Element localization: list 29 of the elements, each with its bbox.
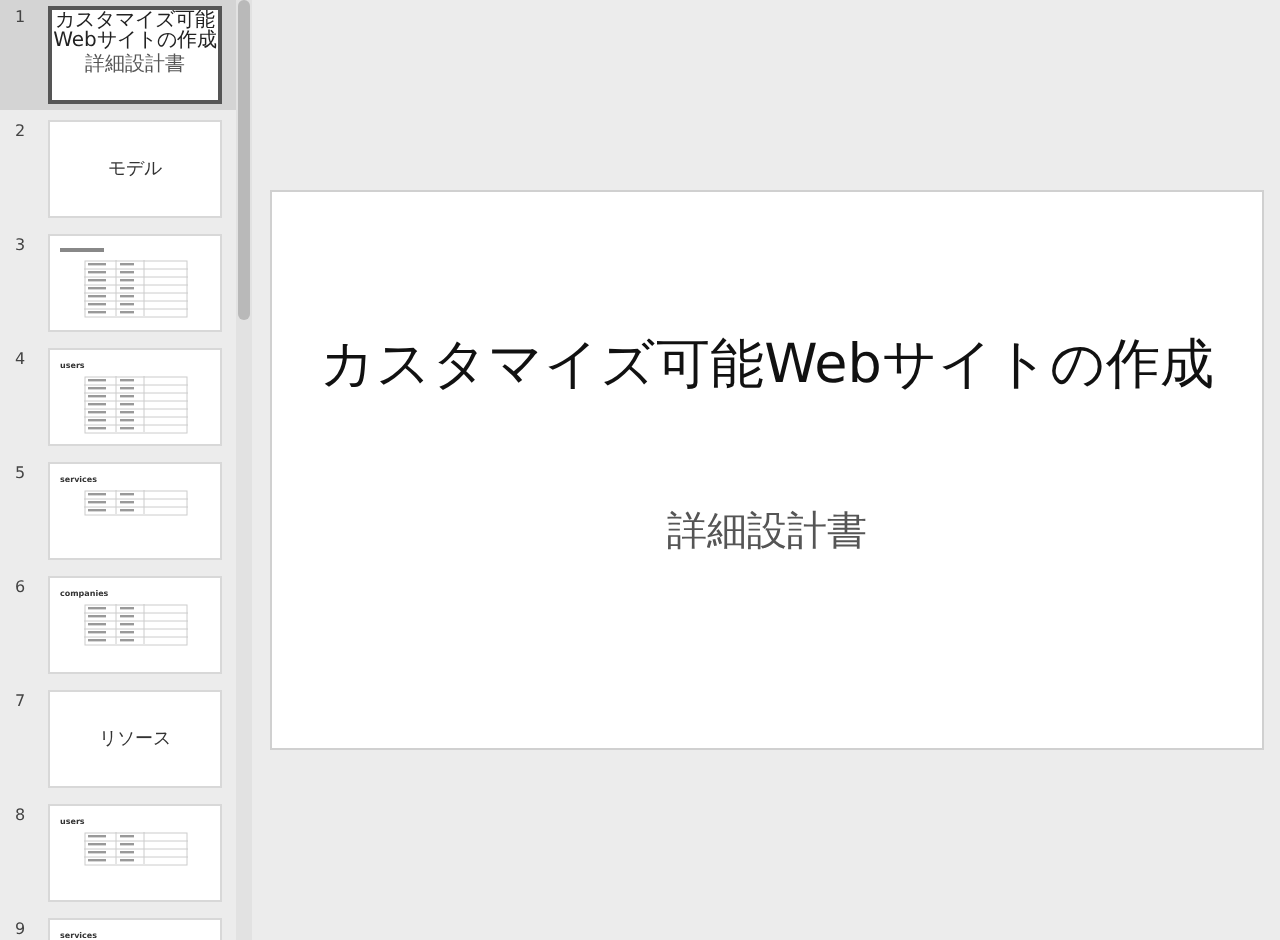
slide-thumbnail-row[interactable]: 2 モデル — [0, 114, 236, 224]
table-drawing — [83, 260, 187, 318]
table-drawing — [83, 604, 187, 646]
slide-thumbnail-row[interactable]: 1 カスタマイズ可能Webサイトの作成 詳細設計書 — [0, 0, 236, 110]
slide-number: 5 — [12, 462, 28, 486]
slide-number: 6 — [12, 576, 28, 600]
slide-number: 7 — [12, 690, 28, 714]
table-drawing — [83, 832, 187, 866]
table-drawing — [83, 490, 187, 516]
slide-thumbnail[interactable]: リソース — [48, 690, 222, 788]
thumbnail-title: モデル — [108, 158, 162, 182]
thumbnail-title: カスタマイズ可能Webサイトの作成 — [52, 12, 218, 52]
slide-thumbnail[interactable]: カスタマイズ可能Webサイトの作成 詳細設計書 — [48, 6, 222, 104]
slide-number: 4 — [12, 348, 28, 372]
thumbnail-subtitle: 詳細設計書 — [85, 54, 185, 76]
slide-number: 1 — [12, 6, 28, 30]
slide-title[interactable]: カスタマイズ可能Webサイトの作成 — [320, 328, 1214, 400]
slide-subtitle[interactable]: 詳細設計書 — [667, 504, 867, 558]
slide-thumbnail-row[interactable]: 3 — [0, 228, 236, 338]
scrollbar-thumb[interactable] — [238, 0, 250, 320]
slide-number: 9 — [12, 918, 28, 940]
slide-thumbnail-row[interactable]: 7 リソース — [0, 684, 236, 794]
slide-number: 2 — [12, 120, 28, 144]
slide-number: 3 — [12, 234, 28, 258]
slide-thumbnail[interactable]: モデル — [48, 120, 222, 218]
slide-number: 8 — [12, 804, 28, 828]
thumbnail-title: リソース — [99, 728, 171, 752]
table-drawing — [83, 376, 187, 434]
slide-thumbnail[interactable] — [48, 234, 222, 332]
